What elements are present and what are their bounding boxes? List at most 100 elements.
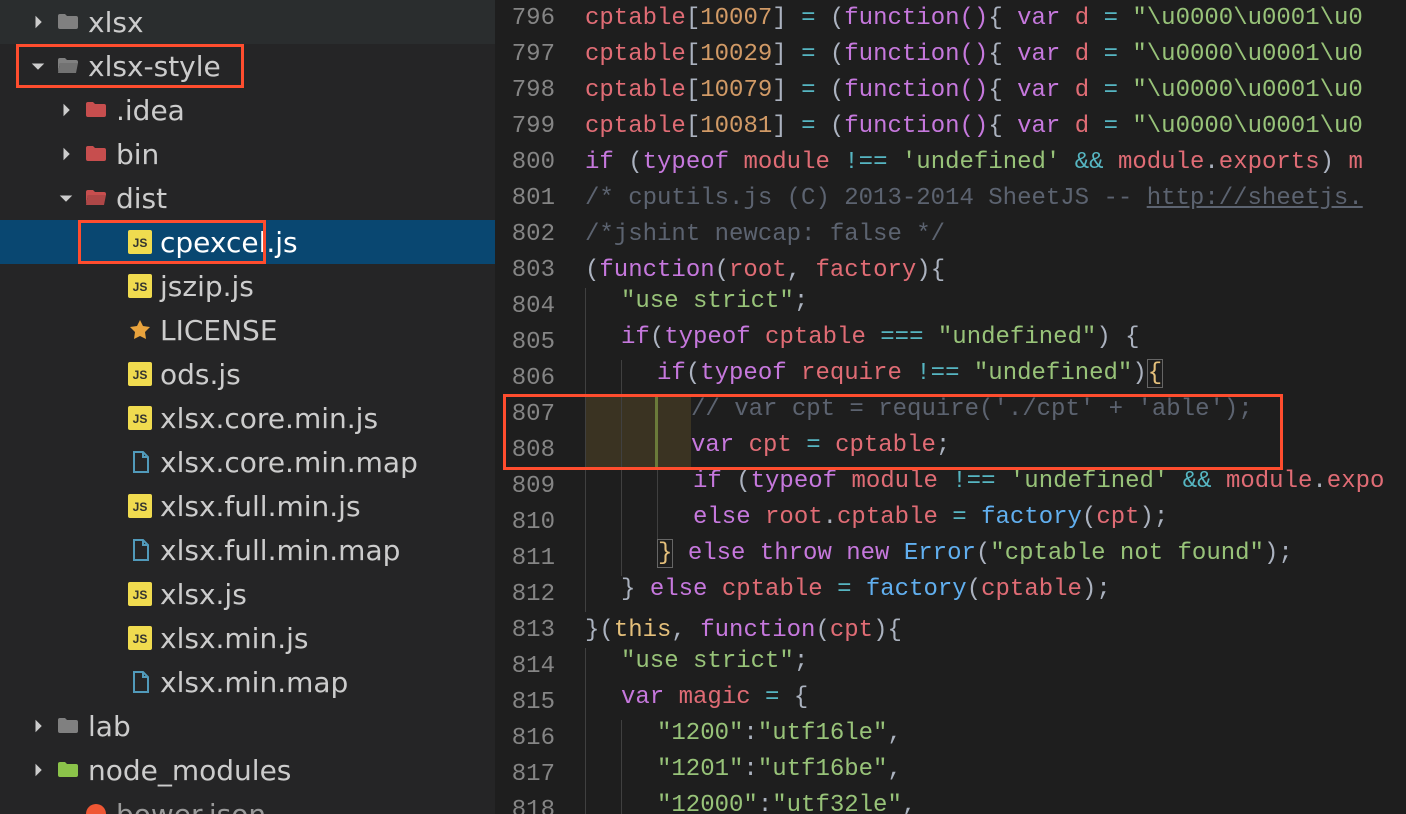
- line-number: 801: [495, 185, 585, 212]
- code-line[interactable]: 802/*jshint newcap: false */: [495, 216, 1406, 252]
- highlight-box-folder: [16, 44, 244, 88]
- code-editor[interactable]: 796cptable[10007] = (function(){ var d =…: [495, 0, 1406, 814]
- tree-item-jszip-js[interactable]: JSjszip.js: [0, 264, 495, 308]
- tree-item-lab[interactable]: lab: [0, 704, 495, 748]
- code-line[interactable]: 800if (typeof module !== 'undefined' && …: [495, 144, 1406, 180]
- map-icon: [128, 670, 152, 694]
- tree-item-bin[interactable]: bin: [0, 132, 495, 176]
- code-line[interactable]: 806if(typeof require !== "undefined"){: [495, 360, 1406, 396]
- tree-item-xlsx-js[interactable]: JSxlsx.js: [0, 572, 495, 616]
- tree-item-node-modules[interactable]: node_modules: [0, 748, 495, 792]
- chevron-right-icon[interactable]: [28, 760, 48, 780]
- tree-label: jszip.js: [160, 270, 495, 303]
- code-line[interactable]: 812} else cptable = factory(cptable);: [495, 576, 1406, 612]
- highlight-box-file: [78, 220, 266, 264]
- tree-label: bower.json: [116, 798, 495, 814]
- line-number: 807: [495, 401, 585, 428]
- code-line[interactable]: 817"1201":"utf16be",: [495, 756, 1406, 792]
- tree-item-ods-js[interactable]: JS ods.js: [0, 352, 495, 396]
- code-content: var magic = {: [585, 684, 1406, 720]
- code-content: } else cptable = factory(cptable);: [585, 576, 1406, 612]
- folder-green-icon: [56, 758, 80, 782]
- tree-item-dist[interactable]: dist: [0, 176, 495, 220]
- code-content: cptable[10081] = (function(){ var d = "\…: [585, 113, 1406, 140]
- map-icon: [128, 538, 152, 562]
- folder-idea-icon: [84, 98, 108, 122]
- code-line[interactable]: 807// var cpt = require('./cpt' + 'able'…: [495, 396, 1406, 432]
- code-line[interactable]: 816"1200":"utf16le",: [495, 720, 1406, 756]
- svg-text:JS: JS: [133, 368, 148, 382]
- code-line[interactable]: 805if(typeof cptable === "undefined") {: [495, 324, 1406, 360]
- tree-label: xlsx: [88, 6, 495, 39]
- folder-red-icon: [84, 142, 108, 166]
- tree-label: dist: [116, 182, 495, 215]
- tree-item-license[interactable]: LICENSE: [0, 308, 495, 352]
- code-content: var cpt = cptable;: [585, 432, 1406, 468]
- code-line[interactable]: 797cptable[10029] = (function(){ var d =…: [495, 36, 1406, 72]
- line-number: 811: [495, 545, 585, 572]
- line-number: 805: [495, 329, 585, 356]
- js-icon: JS: [128, 494, 152, 518]
- code-line[interactable]: 813}(this, function(cpt){: [495, 612, 1406, 648]
- tree-item-xlsx[interactable]: xlsx: [0, 0, 495, 44]
- tree-label: xlsx.full.min.map: [160, 534, 495, 567]
- line-number: 804: [495, 293, 585, 320]
- code-line[interactable]: 801/* cputils.js (C) 2013-2014 SheetJS -…: [495, 180, 1406, 216]
- code-line[interactable]: 818"12000":"utf32le",: [495, 792, 1406, 814]
- chevron-right-icon[interactable]: [28, 716, 48, 736]
- tree-label: xlsx.min.js: [160, 622, 495, 655]
- code-content: if (typeof module !== 'undefined' && mod…: [585, 149, 1406, 176]
- js-icon: JS: [128, 362, 152, 386]
- code-line[interactable]: 810else root.cptable = factory(cpt);: [495, 504, 1406, 540]
- tree-item-xlsx-full-min-map[interactable]: xlsx.full.min.map: [0, 528, 495, 572]
- folder-gray-icon: [56, 714, 80, 738]
- code-content: "1201":"utf16be",: [585, 756, 1406, 792]
- svg-text:JS: JS: [133, 632, 148, 646]
- line-number: 810: [495, 509, 585, 536]
- tree-item--idea[interactable]: .idea: [0, 88, 495, 132]
- code-content: "1200":"utf16le",: [585, 720, 1406, 756]
- tree-item-bower-json[interactable]: bower.json: [0, 792, 495, 814]
- code-content: cptable[10079] = (function(){ var d = "\…: [585, 77, 1406, 104]
- tree-item-xlsx-core-min-js[interactable]: JSxlsx.core.min.js: [0, 396, 495, 440]
- line-number: 797: [495, 41, 585, 68]
- code-line[interactable]: 804"use strict";: [495, 288, 1406, 324]
- tree-item-xlsx-full-min-js[interactable]: JSxlsx.full.min.js: [0, 484, 495, 528]
- code-line[interactable]: 796cptable[10007] = (function(){ var d =…: [495, 0, 1406, 36]
- line-number: 818: [495, 797, 585, 814]
- folder-open-red-icon: [84, 186, 108, 210]
- code-content: // var cpt = require('./cpt' + 'able');: [585, 396, 1406, 432]
- chevron-right-icon[interactable]: [56, 144, 76, 164]
- chevron-right-icon[interactable]: [56, 100, 76, 120]
- tree-item-xlsx-min-map[interactable]: xlsx.min.map: [0, 660, 495, 704]
- line-number: 796: [495, 5, 585, 32]
- code-content: /* cputils.js (C) 2013-2014 SheetJS -- h…: [585, 185, 1406, 212]
- chevron-right-icon[interactable]: [28, 12, 48, 32]
- file-explorer[interactable]: xlsxxlsx-style.ideabindistJScpexcel.jsJS…: [0, 0, 495, 814]
- tree-label: ods.js: [160, 358, 495, 391]
- js-icon: JS: [128, 582, 152, 606]
- line-number: 802: [495, 221, 585, 248]
- svg-text:JS: JS: [133, 588, 148, 602]
- code-line[interactable]: 815var magic = {: [495, 684, 1406, 720]
- line-number: 812: [495, 581, 585, 608]
- code-content: (function(root, factory){: [585, 257, 1406, 284]
- code-line[interactable]: 808var cpt = cptable;: [495, 432, 1406, 468]
- code-content: "use strict";: [585, 288, 1406, 324]
- folder-gray-icon: [56, 10, 80, 34]
- tree-label: lab: [88, 710, 495, 743]
- tree-label: xlsx.core.min.map: [160, 446, 495, 479]
- code-line[interactable]: 811} else throw new Error("cptable not f…: [495, 540, 1406, 576]
- code-line[interactable]: 814"use strict";: [495, 648, 1406, 684]
- svg-text:JS: JS: [133, 412, 148, 426]
- line-number: 817: [495, 761, 585, 788]
- code-line[interactable]: 809if (typeof module !== 'undefined' && …: [495, 468, 1406, 504]
- code-content: if(typeof cptable === "undefined") {: [585, 324, 1406, 360]
- tree-item-xlsx-min-js[interactable]: JS xlsx.min.js: [0, 616, 495, 660]
- code-line[interactable]: 798cptable[10079] = (function(){ var d =…: [495, 72, 1406, 108]
- chevron-down-icon[interactable]: [56, 188, 76, 208]
- code-line[interactable]: 799cptable[10081] = (function(){ var d =…: [495, 108, 1406, 144]
- code-content: /*jshint newcap: false */: [585, 221, 1406, 248]
- tree-item-xlsx-core-min-map[interactable]: xlsx.core.min.map: [0, 440, 495, 484]
- code-line[interactable]: 803(function(root, factory){: [495, 252, 1406, 288]
